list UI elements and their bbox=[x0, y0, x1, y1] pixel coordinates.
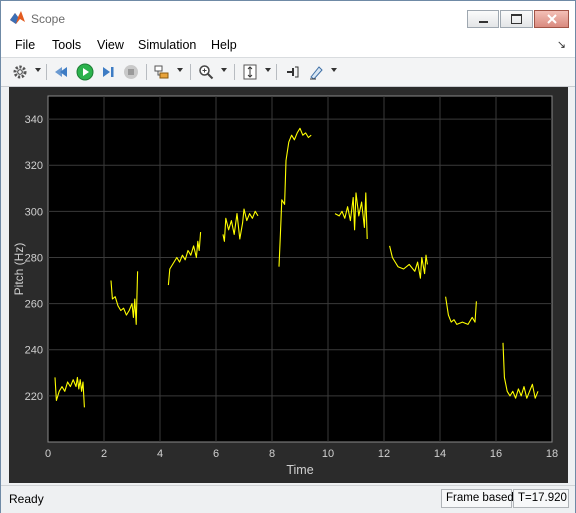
maximize-icon bbox=[511, 14, 522, 24]
toolbar-separator bbox=[46, 64, 47, 80]
minimize-button[interactable] bbox=[467, 10, 499, 28]
signal-dropdown-icon[interactable] bbox=[177, 68, 183, 72]
y-tick-label: 320 bbox=[25, 160, 43, 172]
x-axis-label: Time bbox=[286, 463, 313, 477]
x-tick-label: 12 bbox=[378, 448, 390, 460]
status-ready: Ready bbox=[9, 492, 44, 506]
x-tick-label: 6 bbox=[213, 448, 219, 460]
y-tick-label: 260 bbox=[25, 299, 43, 311]
x-tick-labels: 0 2 4 6 8 10 12 14 16 18 bbox=[45, 448, 558, 460]
window-title: Scope bbox=[31, 12, 66, 26]
x-tick-label: 2 bbox=[101, 448, 107, 460]
run-icon[interactable] bbox=[75, 62, 95, 82]
x-tick-label: 16 bbox=[490, 448, 502, 460]
close-button[interactable] bbox=[534, 10, 569, 28]
axes-background bbox=[47, 95, 553, 443]
y-tick-labels: 220 240 260 280 300 320 340 bbox=[25, 114, 43, 403]
menu-view[interactable]: View bbox=[97, 38, 124, 52]
stop-icon[interactable] bbox=[121, 62, 141, 82]
y-axis-label: Pitch (Hz) bbox=[12, 243, 26, 296]
step-forward-icon[interactable] bbox=[98, 62, 118, 82]
menu-file[interactable]: File bbox=[15, 38, 35, 52]
frame-mode-indicator: Frame based bbox=[441, 489, 514, 508]
autoscale-dropdown-icon[interactable] bbox=[265, 68, 271, 72]
menu-tools[interactable]: Tools bbox=[52, 38, 81, 52]
y-tick-label: 220 bbox=[25, 391, 43, 403]
sim-time-indicator: T=17.920 bbox=[513, 489, 569, 508]
gear-icon[interactable] bbox=[10, 62, 30, 82]
menu-bar: File Tools View Simulation Help ↘ bbox=[1, 33, 575, 57]
x-tick-label: 0 bbox=[45, 448, 51, 460]
toolbar-separator bbox=[276, 64, 277, 80]
x-tick-label: 8 bbox=[269, 448, 275, 460]
y-tick-label: 340 bbox=[25, 114, 43, 126]
zoom-dropdown-icon[interactable] bbox=[221, 68, 227, 72]
step-back-icon[interactable] bbox=[52, 62, 72, 82]
x-tick-label: 10 bbox=[322, 448, 334, 460]
y-tick-label: 300 bbox=[25, 206, 43, 218]
toolbar-separator bbox=[146, 64, 147, 80]
settings-dropdown-icon[interactable] bbox=[35, 68, 41, 72]
title-bar: Scope bbox=[1, 1, 575, 33]
x-tick-label: 4 bbox=[157, 448, 163, 460]
toolbar-separator bbox=[190, 64, 191, 80]
pitch-plot[interactable]: 0 2 4 6 8 10 12 14 16 18 220 240 260 280 300 320 340 Ti… bbox=[9, 87, 568, 483]
x-tick-label: 14 bbox=[434, 448, 446, 460]
status-bar: Ready Frame based T=17.920 bbox=[1, 485, 575, 513]
maximize-button[interactable] bbox=[500, 10, 533, 28]
matlab-logo-icon bbox=[10, 11, 25, 24]
menu-simulation[interactable]: Simulation bbox=[138, 38, 196, 52]
dock-arrow-icon[interactable]: ↘ bbox=[557, 38, 566, 51]
signal-select-icon[interactable] bbox=[152, 62, 172, 82]
cursor-icon[interactable] bbox=[282, 62, 302, 82]
highlight-dropdown-icon[interactable] bbox=[331, 68, 337, 72]
highlight-icon[interactable] bbox=[306, 62, 326, 82]
close-icon bbox=[546, 14, 557, 24]
autoscale-icon[interactable] bbox=[240, 62, 260, 82]
scope-figure: 0 2 4 6 8 10 12 14 16 18 220 240 260 280 300 320 340 Ti… bbox=[9, 87, 568, 483]
menu-help[interactable]: Help bbox=[211, 38, 237, 52]
y-tick-label: 280 bbox=[25, 252, 43, 264]
zoom-icon[interactable] bbox=[196, 62, 216, 82]
toolbar-separator bbox=[234, 64, 235, 80]
y-tick-label: 240 bbox=[25, 345, 43, 357]
x-tick-label: 18 bbox=[546, 448, 558, 460]
scope-window: Scope File Tools View Simulation Help ↘ bbox=[0, 0, 576, 513]
minimize-icon bbox=[478, 21, 488, 23]
toolbar bbox=[1, 57, 575, 87]
